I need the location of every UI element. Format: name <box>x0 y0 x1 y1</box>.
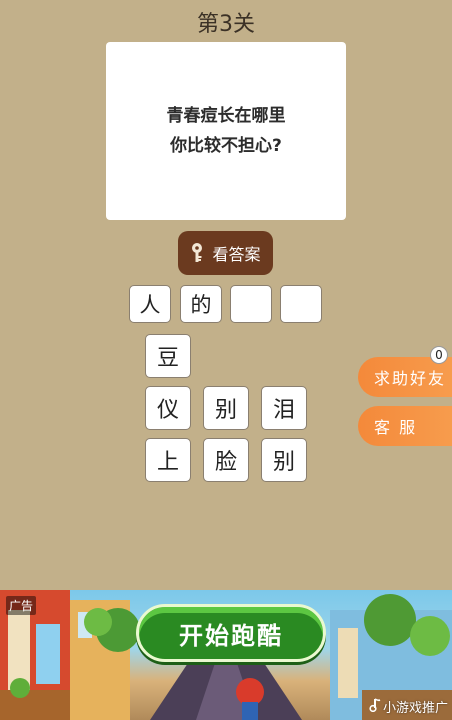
question-line-1: 青春痘长在哪里 <box>166 106 286 126</box>
ad-banner[interactable]: 广告 开始跑酷 小游戏推广 <box>0 590 452 720</box>
question-card: 青春痘长在哪里 你比较不担心? <box>106 42 346 220</box>
mini-game-promo-label: 小游戏推广 <box>382 701 448 716</box>
level-title: 第3关 <box>197 12 255 37</box>
answer-slot-2[interactable]: 的 <box>180 285 222 323</box>
choice-tile[interactable]: 泪 <box>261 386 307 430</box>
ad-label: 广告 <box>6 596 37 615</box>
view-answer-button[interactable]: 看答案 <box>178 231 273 275</box>
music-note-icon <box>369 697 381 716</box>
customer-service-label: 客 服 <box>374 418 418 437</box>
mini-game-promo: 小游戏推广 <box>369 697 448 716</box>
ask-friend-label: 求助好友 <box>374 369 447 388</box>
answer-slot-3[interactable] <box>230 285 272 323</box>
choice-tile[interactable]: 别 <box>203 386 249 430</box>
customer-service-button[interactable]: 客 服 <box>358 406 452 446</box>
choice-tile[interactable]: 仪 <box>145 386 191 430</box>
choice-tile[interactable]: 脸 <box>203 438 249 482</box>
choice-tile[interactable]: 上 <box>145 438 191 482</box>
help-count-badge: 0 <box>430 346 448 364</box>
question-line-2: 你比较不担心? <box>170 136 282 156</box>
choice-tile[interactable]: 豆 <box>145 334 191 378</box>
start-parkour-button[interactable]: 开始跑酷 <box>136 604 326 662</box>
answer-slot-1[interactable]: 人 <box>129 285 171 323</box>
choice-tile[interactable]: 别 <box>261 438 307 482</box>
answer-slot-4[interactable] <box>280 285 322 323</box>
key-icon <box>190 243 204 263</box>
view-answer-label: 看答案 <box>212 245 261 264</box>
